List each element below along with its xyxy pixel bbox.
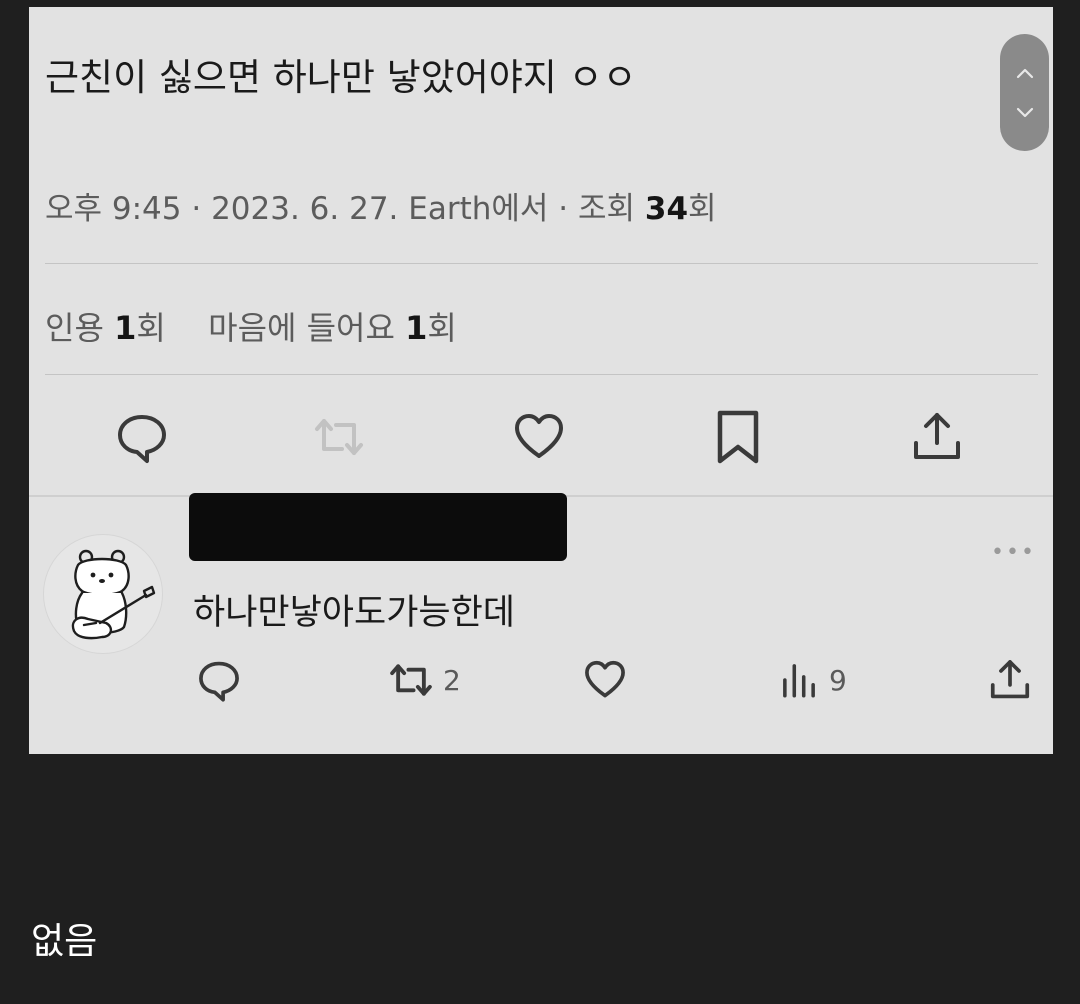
like-stat[interactable]: 마음에 들어요 1회 <box>208 309 457 347</box>
divider <box>45 263 1038 264</box>
retweet-icon <box>390 664 432 696</box>
reply-icon[interactable] <box>114 409 170 465</box>
retweet-icon[interactable] <box>311 409 367 465</box>
more-options-icon[interactable]: ••• <box>991 540 1036 565</box>
view-count: 9 <box>829 663 847 697</box>
reply-icon <box>199 661 239 702</box>
quote-stat[interactable]: 인용 1회 <box>45 309 166 347</box>
reply-like-button[interactable] <box>582 656 628 704</box>
share-icon[interactable] <box>909 409 965 465</box>
quote-suffix: 회 <box>136 309 166 347</box>
view-count: 34 <box>644 191 689 227</box>
analytics-icon <box>783 664 815 698</box>
tweet-stats: 인용 1회 마음에 들어요 1회 <box>45 303 457 349</box>
reply-share-button[interactable] <box>987 656 1033 704</box>
redaction-scribble <box>189 493 567 561</box>
tweet-meta: 오후 9:45 · 2023. 6. 27. Earth에서 · 조회 34회 <box>45 183 717 228</box>
chevron-up-icon[interactable] <box>1015 64 1035 84</box>
retweet-count: 2 <box>443 663 461 697</box>
like-suffix: 회 <box>427 309 457 347</box>
divider <box>45 374 1038 375</box>
tweet-timestamp: 오후 9:45 · 2023. 6. 27. Earth에서 · 조회 <box>45 191 645 227</box>
chevron-down-icon[interactable] <box>1015 102 1035 122</box>
bear-guitar-avatar-icon <box>71 549 156 640</box>
share-icon <box>990 660 1030 699</box>
tweet-text: 근친이 싫으면 하나만 낳았어야지 ㅇㅇ <box>45 56 637 99</box>
like-count: 1 <box>405 309 428 347</box>
quote-label: 인용 <box>45 309 115 347</box>
view-suffix: 회 <box>688 191 717 227</box>
quote-count: 1 <box>114 309 137 347</box>
reply-views-button[interactable]: 9 <box>777 656 847 704</box>
post-caption: 없음 <box>31 921 98 962</box>
bookmark-icon[interactable] <box>710 409 766 465</box>
tweet-screenshot: 근친이 싫으면 하나만 낳았어야지 ㅇㅇ 오후 9:45 · 2023. 6. … <box>29 7 1053 754</box>
avatar[interactable] <box>43 534 163 654</box>
reply-retweet-button[interactable]: 2 <box>387 656 461 704</box>
scroll-navigator[interactable] <box>1000 34 1049 151</box>
reply-text: 하나만낳아도가능한데 <box>193 593 516 633</box>
reply-reply-button[interactable] <box>196 656 242 704</box>
heart-icon <box>585 660 625 698</box>
heart-icon[interactable] <box>511 409 567 465</box>
like-label: 마음에 들어요 <box>208 309 406 347</box>
